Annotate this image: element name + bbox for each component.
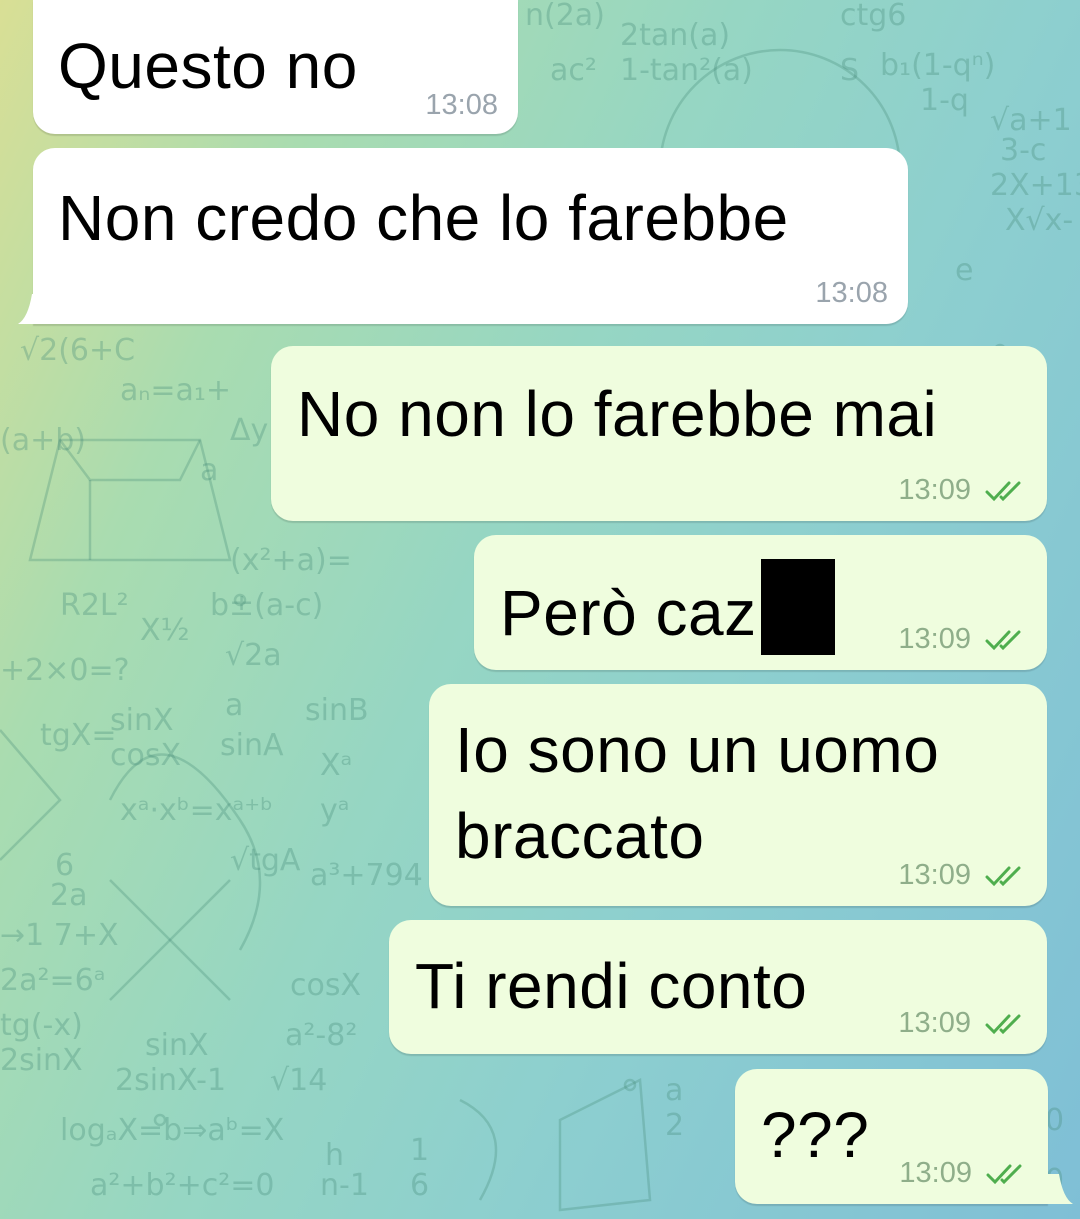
svg-text:2a²=6ᵃ: 2a²=6ᵃ xyxy=(0,963,105,998)
svg-text:+2×0=?: +2×0=? xyxy=(0,653,130,688)
message-text: Ti rendi conto xyxy=(415,950,808,1022)
svg-text:a: a xyxy=(665,1073,683,1108)
message-text: ??? xyxy=(761,1099,870,1171)
svg-text:6: 6 xyxy=(55,848,74,883)
svg-text:2sinX-1: 2sinX-1 xyxy=(115,1063,226,1098)
message-timestamp: 13:09 xyxy=(898,474,971,506)
svg-text:a²+b²+c²=0: a²+b²+c²=0 xyxy=(90,1168,275,1203)
message-timestamp: 13:08 xyxy=(425,89,498,121)
message-text: Questo no xyxy=(58,30,358,102)
message-meta: 13:09 xyxy=(898,1007,1029,1040)
message-text: Non credo che lo farebbe xyxy=(58,182,789,254)
svg-text:ctg6: ctg6 xyxy=(840,0,906,33)
svg-text:tgX=: tgX= xyxy=(40,718,117,753)
svg-text:Δy: Δy xyxy=(230,413,268,448)
svg-text:3-c: 3-c xyxy=(1000,133,1046,168)
message-meta: 13:09 xyxy=(898,623,1029,656)
message-meta: 13:09 xyxy=(898,859,1029,892)
svg-text:2: 2 xyxy=(665,1108,684,1143)
bubble-tail-incoming xyxy=(18,294,44,324)
svg-text:1-tan²(a): 1-tan²(a) xyxy=(620,53,753,88)
svg-text:sinX: sinX xyxy=(110,703,174,738)
message-time: 13:08 xyxy=(425,89,498,122)
svg-text:2tan(a): 2tan(a) xyxy=(620,18,730,53)
message-bubble-outgoing[interactable]: No non lo farebbe mai 13:09 xyxy=(271,346,1047,521)
svg-text:R2L²: R2L² xyxy=(60,588,129,623)
svg-text:sinX: sinX xyxy=(145,1028,209,1063)
message-timestamp: 13:09 xyxy=(899,1157,972,1189)
svg-text:n(2a): n(2a) xyxy=(525,0,605,33)
double-check-icon xyxy=(985,630,1021,650)
message-meta: 13:09 xyxy=(899,1157,1030,1190)
message-text: Però caz xyxy=(500,559,835,655)
svg-text:(x²+a)=: (x²+a)= xyxy=(230,543,352,578)
svg-text:2a: 2a xyxy=(50,878,87,913)
svg-text:6: 6 xyxy=(410,1168,429,1203)
svg-text:√2(6+C: √2(6+C xyxy=(20,333,135,368)
svg-text:X√x-: X√x- xyxy=(1005,203,1073,238)
svg-text:a: a xyxy=(200,453,218,488)
svg-text:X½: X½ xyxy=(140,613,190,648)
svg-text:cosX: cosX xyxy=(110,738,181,773)
message-bubble-outgoing[interactable]: Io sono un uomo braccato 13:09 xyxy=(429,684,1047,906)
svg-text:(a+b): (a+b) xyxy=(0,423,86,458)
svg-text:→1 7+X: →1 7+X xyxy=(0,918,119,953)
svg-text:1-q: 1-q xyxy=(920,83,969,118)
svg-text:Xᵃ: Xᵃ xyxy=(320,748,352,783)
message-time: 13:08 xyxy=(815,277,888,310)
svg-text:xᵃ·xᵇ=xᵃ⁺ᵇ: xᵃ·xᵇ=xᵃ⁺ᵇ xyxy=(120,793,273,828)
svg-text:h: h xyxy=(325,1138,344,1173)
message-bubble-incoming[interactable]: Questo no 13:08 xyxy=(33,0,518,134)
message-timestamp: 13:09 xyxy=(898,623,971,655)
svg-text:a: a xyxy=(225,688,243,723)
svg-text:tg(-x): tg(-x) xyxy=(0,1008,83,1043)
redaction-block xyxy=(760,559,835,655)
svg-text:2sinX: 2sinX xyxy=(0,1043,83,1078)
svg-text:logₐX=b⇒aᵇ=X: logₐX=b⇒aᵇ=X xyxy=(60,1113,284,1148)
message-bubble-outgoing[interactable]: Ti rendi conto 13:09 xyxy=(389,920,1047,1054)
message-text-content: Però caz xyxy=(500,577,757,649)
double-check-icon xyxy=(985,866,1021,886)
svg-text:a³+794: a³+794 xyxy=(310,858,423,893)
double-check-icon xyxy=(986,1164,1022,1184)
svg-text:sinB: sinB xyxy=(305,693,369,728)
svg-text:√2a: √2a xyxy=(225,638,282,673)
svg-text:aₙ=a₁+: aₙ=a₁+ xyxy=(120,373,231,408)
svg-text:ac²: ac² xyxy=(550,53,597,88)
message-bubble-incoming[interactable]: Non credo che lo farebbe 13:08 xyxy=(33,148,908,324)
message-meta: 13:09 xyxy=(898,474,1029,507)
message-text: No non lo farebbe mai xyxy=(297,378,938,450)
message-timestamp: 13:08 xyxy=(815,277,888,309)
svg-text:b₁(1-qⁿ): b₁(1-qⁿ) xyxy=(880,48,995,83)
svg-text:a²-8²: a²-8² xyxy=(285,1018,357,1053)
svg-text:b±(a-c): b±(a-c) xyxy=(210,588,323,623)
svg-text:e: e xyxy=(955,253,973,288)
message-text-line-2: braccato xyxy=(455,800,705,872)
message-bubble-outgoing[interactable]: Però caz 13:09 xyxy=(474,535,1047,670)
svg-text:√tgA: √tgA xyxy=(230,843,301,878)
double-check-icon xyxy=(985,1014,1021,1034)
svg-text:2X+13: 2X+13 xyxy=(990,168,1080,203)
svg-text:sinA: sinA xyxy=(220,728,284,763)
svg-text:n-1: n-1 xyxy=(320,1168,369,1203)
double-check-icon xyxy=(985,481,1021,501)
svg-text:1: 1 xyxy=(410,1133,429,1168)
message-timestamp: 13:09 xyxy=(898,1007,971,1039)
bubble-tail-outgoing xyxy=(1047,1174,1073,1204)
svg-text:S: S xyxy=(840,53,859,88)
message-timestamp: 13:09 xyxy=(898,859,971,891)
svg-text:√14: √14 xyxy=(270,1063,327,1098)
message-text-line-1: Io sono un uomo xyxy=(455,714,940,786)
svg-text:cosX: cosX xyxy=(290,968,361,1003)
message-bubble-outgoing[interactable]: ??? 13:09 xyxy=(735,1069,1048,1204)
svg-text:√a+1: √a+1 xyxy=(990,103,1072,138)
svg-text:yᵃ: yᵃ xyxy=(320,793,350,828)
